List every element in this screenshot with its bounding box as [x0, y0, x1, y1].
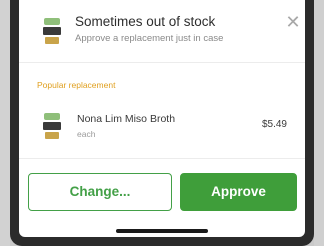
divider	[19, 62, 305, 63]
approve-button[interactable]: Approve	[180, 173, 297, 211]
sheet-title: Sometimes out of stock	[75, 14, 216, 29]
phone-frame: Sometimes out of stock Approve a replace…	[10, 0, 314, 246]
item-unit: each	[77, 129, 96, 139]
product-image	[40, 111, 64, 141]
replacement-item[interactable]: Nona Lim Miso Broth each $5.49	[19, 100, 305, 150]
divider	[19, 158, 305, 159]
sheet-subtitle: Approve a replacement just in case	[75, 33, 224, 44]
change-button[interactable]: Change...	[28, 173, 172, 211]
background-edge-left	[0, 0, 10, 246]
item-name: Nona Lim Miso Broth	[77, 113, 176, 125]
background-edge-right	[314, 0, 324, 246]
sheet-header: Sometimes out of stock Approve a replace…	[19, 0, 305, 58]
home-indicator	[116, 229, 208, 233]
replacement-sheet: Sometimes out of stock Approve a replace…	[19, 0, 305, 237]
close-icon[interactable]: ✕	[285, 13, 301, 31]
item-price: $5.49	[261, 119, 287, 130]
section-label: Popular replacement	[37, 80, 116, 90]
product-thumbnail	[40, 16, 64, 46]
